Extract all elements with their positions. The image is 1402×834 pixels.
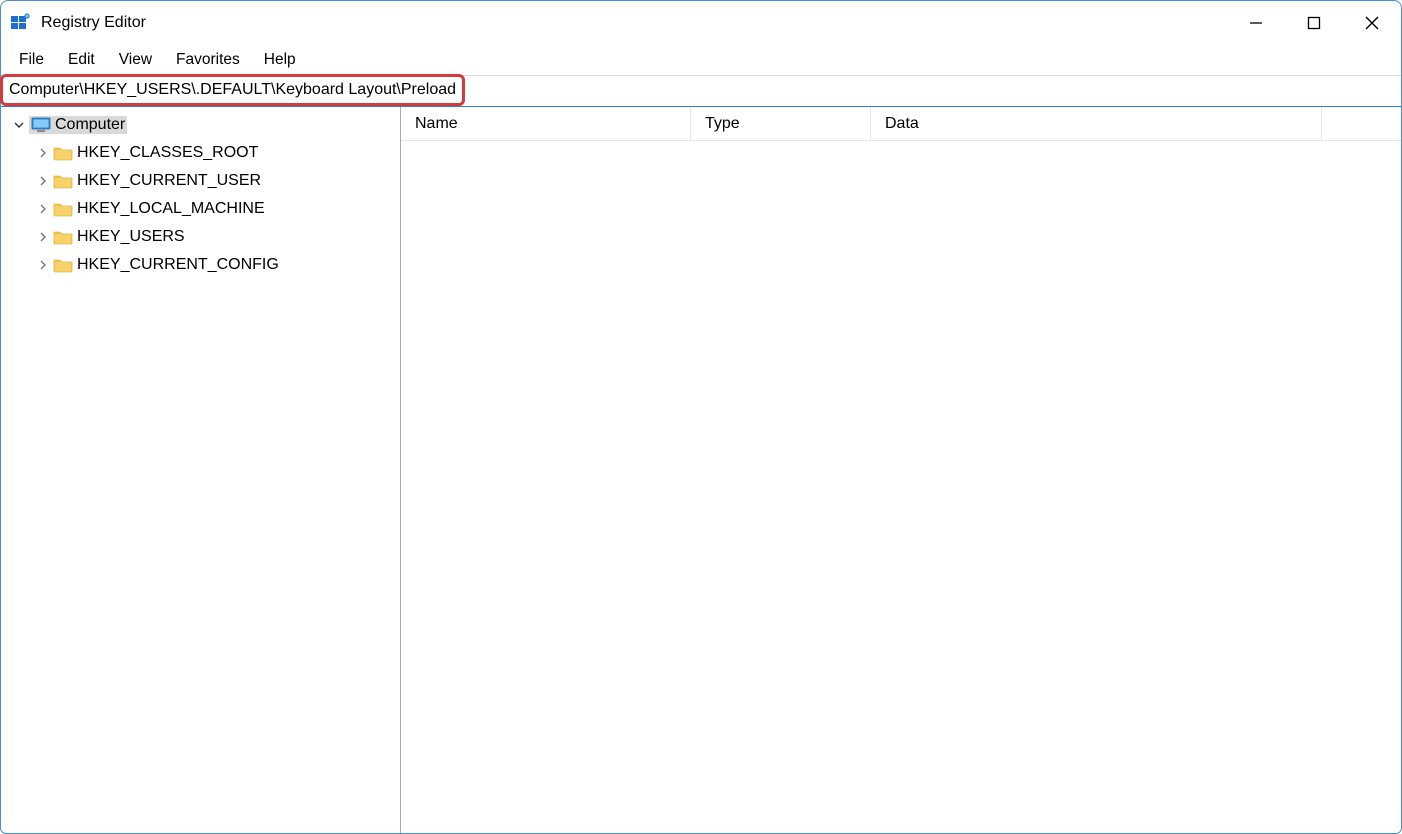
- menu-file[interactable]: File: [7, 47, 56, 73]
- tree-node-hkcu[interactable]: HKEY_CURRENT_USER: [1, 167, 400, 195]
- folder-icon: [53, 256, 73, 274]
- menu-edit[interactable]: Edit: [56, 47, 107, 73]
- regedit-icon: [9, 12, 31, 34]
- maximize-button[interactable]: [1285, 1, 1343, 45]
- tree-node-label: HKEY_LOCAL_MACHINE: [77, 200, 265, 218]
- menubar: File Edit View Favorites Help: [1, 45, 1401, 75]
- registry-editor-window: Registry Editor File Edit View Favorites…: [0, 0, 1402, 834]
- tree-node-label: HKEY_CURRENT_USER: [77, 172, 261, 190]
- chevron-right-icon[interactable]: [35, 257, 51, 273]
- chevron-down-icon[interactable]: [11, 117, 27, 133]
- chevron-right-icon[interactable]: [35, 173, 51, 189]
- chevron-right-icon[interactable]: [35, 145, 51, 161]
- column-header-tail[interactable]: [1321, 107, 1401, 140]
- tree-node-hklm[interactable]: HKEY_LOCAL_MACHINE: [1, 195, 400, 223]
- column-headers: Name Type Data: [401, 107, 1401, 141]
- close-button[interactable]: [1343, 1, 1401, 45]
- menu-view[interactable]: View: [107, 47, 164, 73]
- folder-icon: [53, 228, 73, 246]
- address-bar[interactable]: Computer\HKEY_USERS\.DEFAULT\Keyboard La…: [1, 75, 1401, 107]
- tree-node-label: HKEY_USERS: [77, 228, 185, 246]
- values-pane: Name Type Data: [401, 107, 1401, 833]
- chevron-right-icon[interactable]: [35, 229, 51, 245]
- menu-help[interactable]: Help: [252, 47, 308, 73]
- tree-node-computer[interactable]: Computer: [1, 111, 400, 139]
- values-list[interactable]: [401, 141, 1401, 833]
- address-bar-highlight: Computer\HKEY_USERS\.DEFAULT\Keyboard La…: [0, 74, 465, 106]
- folder-icon: [53, 172, 73, 190]
- tree-node-hkcr[interactable]: HKEY_CLASSES_ROOT: [1, 139, 400, 167]
- tree-node-hkcc[interactable]: HKEY_CURRENT_CONFIG: [1, 251, 400, 279]
- column-header-data[interactable]: Data: [871, 107, 1321, 140]
- tree-node-label: HKEY_CLASSES_ROOT: [77, 144, 258, 162]
- column-header-name[interactable]: Name: [401, 107, 691, 140]
- folder-icon: [53, 200, 73, 218]
- address-path[interactable]: Computer\HKEY_USERS\.DEFAULT\Keyboard La…: [9, 81, 456, 99]
- folder-icon: [53, 144, 73, 162]
- main-split: Computer HKEY_CLASSES_ROOT HK: [1, 107, 1401, 833]
- tree-pane[interactable]: Computer HKEY_CLASSES_ROOT HK: [1, 107, 401, 833]
- titlebar: Registry Editor: [1, 1, 1401, 45]
- tree-node-label: Computer: [55, 116, 125, 134]
- column-header-type[interactable]: Type: [691, 107, 871, 140]
- window-controls: [1227, 1, 1401, 45]
- menu-favorites[interactable]: Favorites: [164, 47, 252, 73]
- tree-node-label: HKEY_CURRENT_CONFIG: [77, 256, 279, 274]
- minimize-button[interactable]: [1227, 1, 1285, 45]
- chevron-right-icon[interactable]: [35, 201, 51, 217]
- tree-node-hku[interactable]: HKEY_USERS: [1, 223, 400, 251]
- computer-icon: [31, 116, 51, 134]
- window-title: Registry Editor: [41, 14, 1227, 32]
